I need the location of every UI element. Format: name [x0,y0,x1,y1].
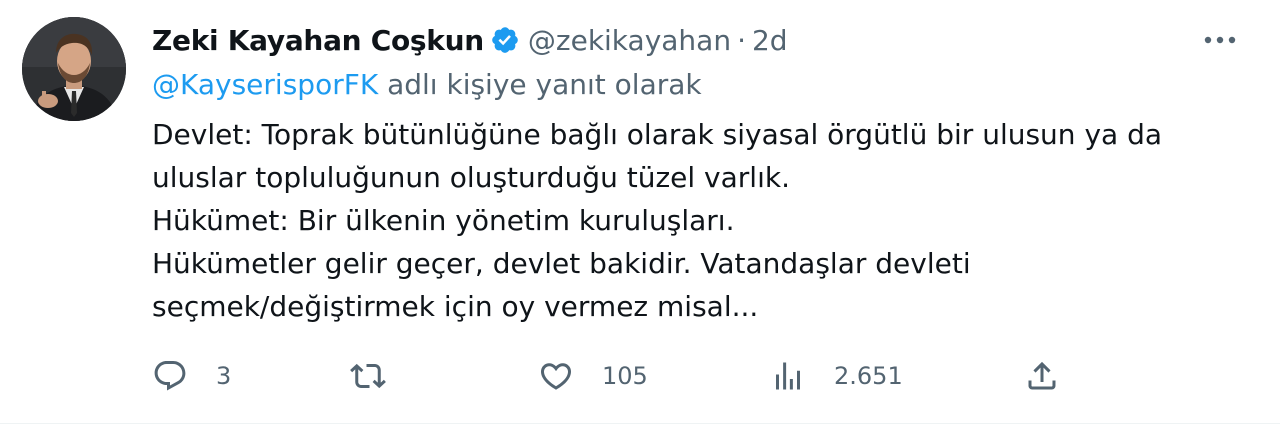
author-display-name[interactable]: Zeki Kayahan Coşkun [152,24,484,57]
tweet[interactable]: Zeki Kayahan Coşkun @zekikayahan · 2d @K… [0,0,1280,424]
like-count: 105 [602,362,648,390]
reply-mention-link[interactable]: @KayserisporFK [152,68,378,101]
heart-icon [540,363,572,390]
header-separator: · [737,23,746,57]
reply-icon [154,361,186,391]
replying-to: @KayserisporFK adlı kişiye yanıt olarak [152,68,702,101]
reply-button[interactable]: 3 [152,354,231,398]
author-handle[interactable]: @zekikayahan [528,24,731,57]
retweet-icon [350,363,386,389]
tweet-text-line: Hükümetler gelir geçer, devlet bakidir. … [152,247,971,280]
tweet-header: Zeki Kayahan Coşkun @zekikayahan · 2d [152,20,788,60]
like-button[interactable]: 105 [538,354,648,398]
tweet-text: Devlet: Toprak bütünlüğüne bağlı olarak … [152,113,1232,328]
tweet-actions: 3 105 2.651 [150,354,1230,398]
avatar[interactable] [22,17,126,121]
share-icon [1028,361,1056,390]
tweet-text-line: uluslar topluluğunun oluşturduğu tüzel v… [152,161,790,194]
tweet-text-line: Hükümet: Bir ülkenin yönetim kuruluşları… [152,204,735,237]
reply-count: 3 [216,362,232,390]
tweet-text-line: seçmek/değiştirmek için oy vermez misal.… [152,290,759,323]
more-icon [1204,36,1236,44]
tweet-text-line: Devlet: Toprak bütünlüğüne bağlı olarak … [152,118,1163,151]
reply-suffix-text: adlı kişiye yanıt olarak [378,68,702,101]
views-count: 2.651 [834,362,903,390]
more-options-button[interactable] [1200,24,1240,56]
views-icon [776,362,800,390]
share-button[interactable] [1024,354,1060,398]
tweet-timestamp[interactable]: 2d [752,24,788,57]
retweet-button[interactable] [350,354,414,398]
views-button[interactable]: 2.651 [770,354,903,398]
verified-badge-icon[interactable] [490,25,520,55]
